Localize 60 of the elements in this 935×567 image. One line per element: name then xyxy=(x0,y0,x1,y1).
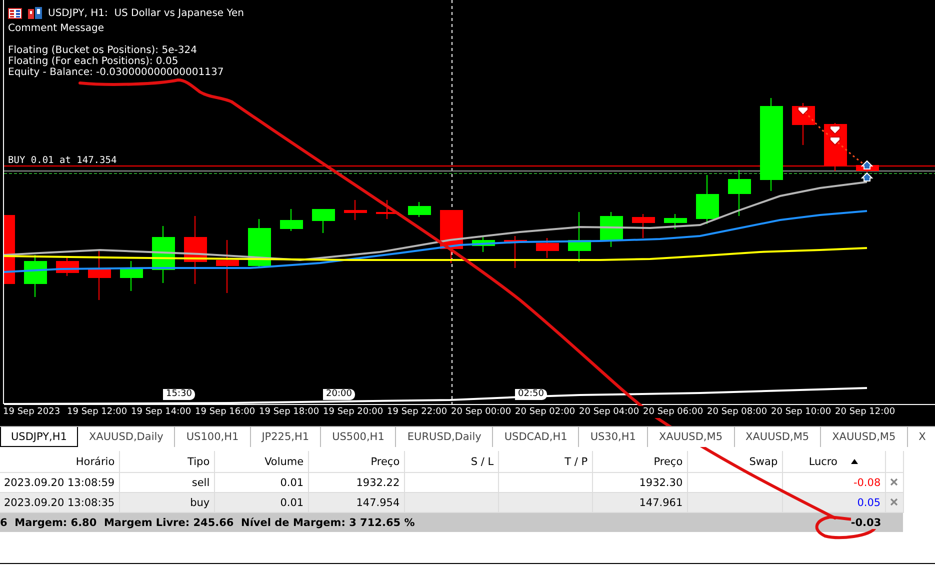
time-marker: 20:00 xyxy=(323,389,355,400)
time-marker: 02:50 xyxy=(515,389,547,400)
candle xyxy=(184,216,207,284)
candle xyxy=(344,200,367,220)
down-arrow-icon xyxy=(830,136,840,146)
info-line: Equity - Balance: -0.030000000000001137 xyxy=(8,67,224,78)
candle xyxy=(568,212,591,262)
info-line: Floating (For each Positions): 0.05 xyxy=(8,56,178,67)
column-header[interactable]: Horário xyxy=(0,451,120,472)
chart-title: USDJPY, H1: US Dollar vs Japanese Yen xyxy=(48,8,244,18)
candle xyxy=(472,236,495,252)
candle xyxy=(312,208,335,234)
candle xyxy=(24,254,47,298)
candle xyxy=(152,226,175,284)
axis-label: 20 Sep 04:00 xyxy=(579,406,643,418)
column-header[interactable]: Volume xyxy=(214,451,308,472)
close-icon[interactable] xyxy=(890,498,898,506)
candle xyxy=(56,258,79,276)
column-header[interactable]: Tipo xyxy=(119,451,214,472)
candle xyxy=(600,212,623,248)
expert-advisor-icon xyxy=(28,7,42,19)
up-arrow-icon xyxy=(860,160,874,170)
candle xyxy=(696,174,719,224)
total-profit: -0.03 xyxy=(850,516,882,528)
comment-text: Comment Message xyxy=(8,23,106,34)
table-cell: 147.954 xyxy=(308,492,404,512)
down-arrow-icon xyxy=(798,106,808,116)
candle xyxy=(88,250,111,300)
table-cell: 0.01 xyxy=(214,492,308,512)
candle xyxy=(664,214,687,230)
close-icon[interactable] xyxy=(890,478,898,486)
chart-tab[interactable]: USDJPY,H1 xyxy=(0,427,78,447)
account-summary: 6 Margem: 6.80 Margem Livre: 245.66 Nível de Margem: 3 712.65 % xyxy=(0,516,415,528)
candle xyxy=(728,170,751,216)
candle xyxy=(376,200,399,220)
info-line: Floating (Bucket os Positions): 5e-324 xyxy=(8,45,197,56)
candle xyxy=(248,218,271,268)
column-header[interactable]: Preço xyxy=(592,451,688,472)
candle xyxy=(408,202,431,218)
chart-grid-icon xyxy=(8,8,22,18)
column-header[interactable]: Lucro xyxy=(782,451,886,472)
order-label: BUY 0.01 at 147.354 xyxy=(8,155,117,166)
table-cell: buy xyxy=(119,492,214,512)
candle xyxy=(120,260,143,292)
column-header[interactable]: Swap xyxy=(687,451,782,472)
column-header[interactable]: Preço xyxy=(308,451,404,472)
up-arrow-icon xyxy=(860,172,874,182)
candle xyxy=(536,238,559,258)
column-header[interactable]: S / L xyxy=(404,451,498,472)
candle xyxy=(632,214,655,238)
table-cell: 2023.09.20 13:08:35 xyxy=(0,492,120,512)
candle xyxy=(280,208,303,232)
table-cell: 147.961 xyxy=(592,492,688,512)
candle xyxy=(4,214,15,284)
candle xyxy=(504,236,527,268)
candle xyxy=(216,240,239,294)
column-header[interactable]: T / P xyxy=(498,451,592,472)
candle xyxy=(440,210,463,264)
time-marker: 15:30 xyxy=(163,389,195,400)
down-arrow-icon xyxy=(830,126,840,135)
